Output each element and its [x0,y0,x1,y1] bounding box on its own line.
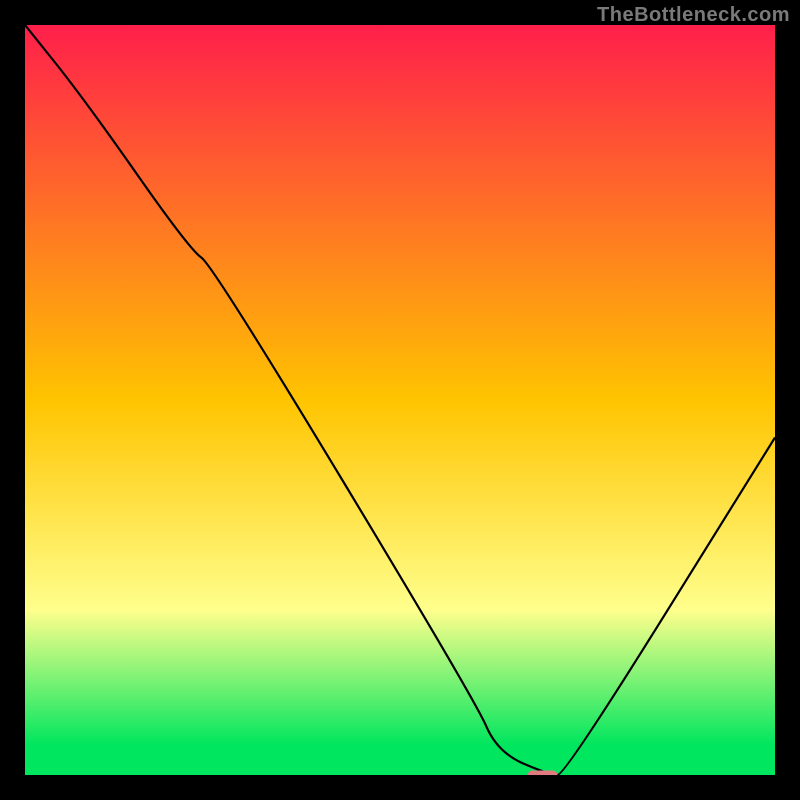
chart-container: TheBottleneck.com [0,0,800,800]
plot-frame [25,25,775,775]
optimal-marker [528,771,558,776]
bottleneck-chart [25,25,775,775]
heat-gradient-background [25,25,775,775]
watermark-label: TheBottleneck.com [597,4,790,27]
